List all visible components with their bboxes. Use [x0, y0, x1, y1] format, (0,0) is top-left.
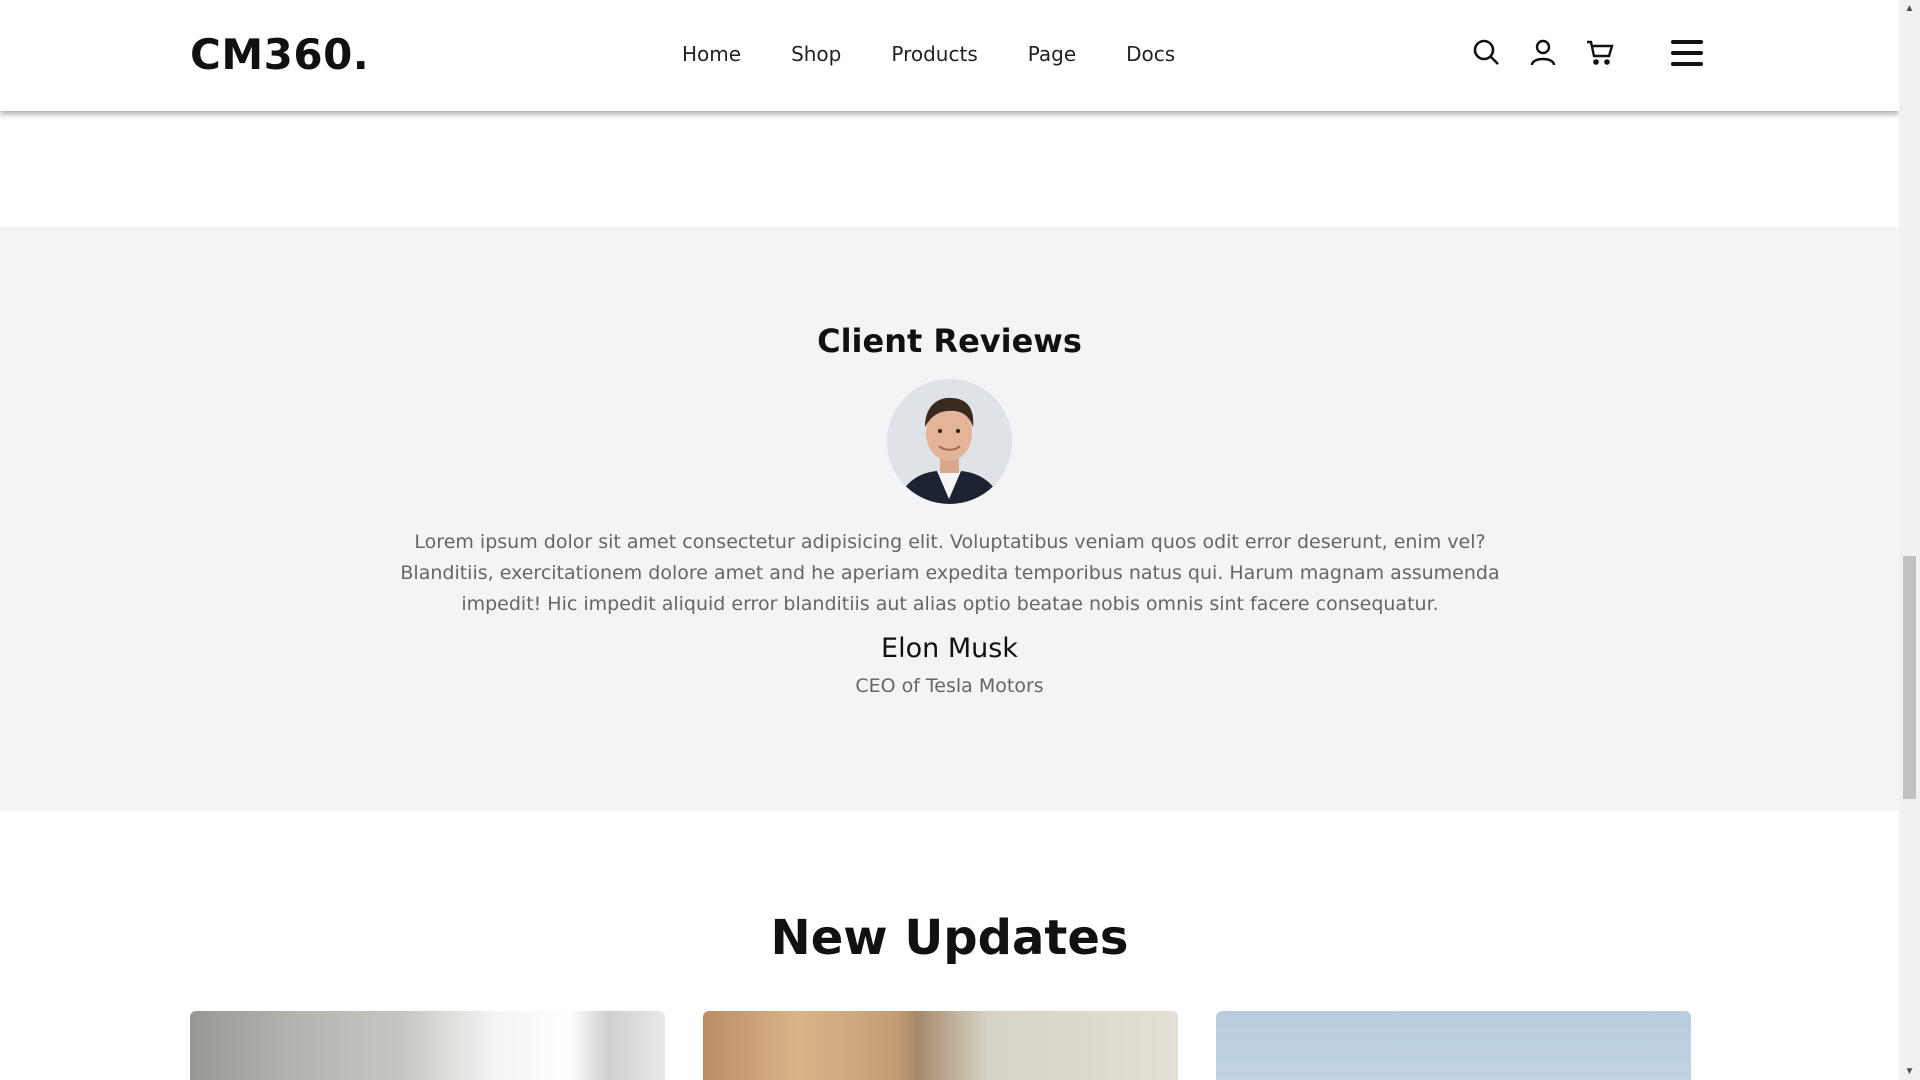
updates-title: New Updates: [770, 910, 1129, 966]
page-viewport: CM360. Home Shop Products Page Docs Clie…: [0, 0, 1899, 1080]
review-text: Lorem ipsum dolor sit amet consectetur a…: [400, 531, 1500, 615]
header-actions: [1470, 36, 1641, 68]
client-reviews-section: Client Reviews Lorem ipsum dolor sit ame…: [0, 227, 1899, 811]
main-nav: Home Shop Products Page Docs: [682, 42, 1225, 66]
menu-bar: [1671, 51, 1703, 55]
scroll-down-arrow-icon[interactable]: ▼: [1899, 1063, 1920, 1080]
nav-products[interactable]: Products: [891, 42, 977, 66]
navbar: CM360. Home Shop Products Page Docs: [0, 0, 1899, 111]
reviewer-avatar: [887, 379, 1012, 504]
nav-shop[interactable]: Shop: [791, 42, 841, 66]
menu-bar: [1671, 62, 1703, 66]
search-icon[interactable]: [1470, 36, 1502, 68]
menu-icon[interactable]: [1671, 40, 1703, 66]
logo[interactable]: CM360.: [190, 30, 369, 79]
scroll-up-arrow-icon[interactable]: ▲: [1899, 0, 1920, 17]
menu-bar: [1671, 40, 1703, 44]
cart-icon[interactable]: [1584, 36, 1616, 68]
update-card-image[interactable]: [703, 1011, 1178, 1080]
update-card-image[interactable]: [1216, 1011, 1691, 1080]
nav-home[interactable]: Home: [682, 42, 741, 66]
nav-docs[interactable]: Docs: [1126, 42, 1175, 66]
nav-page[interactable]: Page: [1028, 42, 1076, 66]
scrollbar-thumb[interactable]: [1903, 556, 1916, 799]
reviewer-name: Elon Musk: [881, 633, 1018, 664]
update-card-image[interactable]: [190, 1011, 665, 1080]
user-icon[interactable]: [1527, 36, 1559, 68]
reviewer-role: CEO of Tesla Motors: [855, 675, 1044, 697]
reviews-title: Client Reviews: [817, 322, 1082, 360]
scrollbar[interactable]: ▲ ▼: [1899, 0, 1920, 1080]
